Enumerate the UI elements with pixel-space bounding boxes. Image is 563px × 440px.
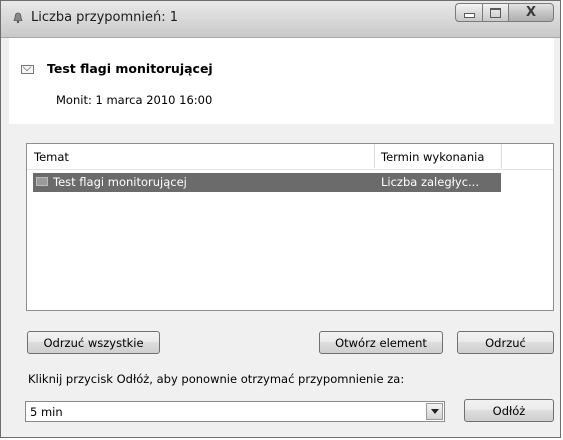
snooze-prompt: Kliknij przycisk Odłóż, aby ponownie otr…: [28, 372, 405, 386]
close-icon: X: [525, 5, 537, 20]
list-header: Temat Termin wykonania: [27, 144, 553, 170]
open-item-button[interactable]: Otwórz element: [319, 331, 443, 354]
window-title: Liczba przypomnień: 1: [31, 10, 179, 25]
caption-buttons: X: [455, 3, 554, 24]
dropdown-button[interactable]: [426, 403, 443, 420]
column-header-due[interactable]: Termin wykonania: [381, 150, 484, 164]
snooze-button[interactable]: Odłóż: [464, 399, 554, 422]
snooze-duration-select[interactable]: 5 min: [25, 401, 445, 422]
minimize-icon: [463, 13, 475, 18]
column-header-subject[interactable]: Temat: [34, 150, 69, 164]
snooze-duration-value: 5 min: [30, 405, 63, 419]
list-item-subject: Test flagi monitorującej: [53, 175, 187, 189]
dismiss-all-button[interactable]: Odrzuć wszystkie: [27, 331, 160, 354]
reminder-due-time: Monit: 1 marca 2010 16:00: [56, 93, 213, 107]
list-item[interactable]: Test flagi monitorującej Liczba zaległyc…: [33, 173, 501, 192]
reminder-details: Test flagi monitorującej Monit: 1 marca …: [9, 38, 554, 124]
envelope-icon: [21, 65, 34, 74]
close-button[interactable]: X: [508, 3, 554, 22]
reminder-bell-icon: [11, 11, 25, 25]
title-bar[interactable]: Liczba przypomnień: 1 X: [1, 1, 560, 38]
envelope-icon: [36, 177, 48, 186]
reminders-list[interactable]: Temat Termin wykonania Test flagi monito…: [26, 143, 554, 311]
list-item-due: Liczba zaległyc...: [381, 175, 479, 189]
maximize-button[interactable]: [482, 3, 508, 22]
reminder-window: Liczba przypomnień: 1 X Test flagi monit…: [0, 0, 561, 438]
reminder-subject: Test flagi monitorującej: [47, 61, 213, 76]
chevron-down-icon: [430, 409, 439, 414]
column-divider[interactable]: [374, 144, 375, 168]
column-divider[interactable]: [501, 144, 502, 168]
dismiss-button[interactable]: Odrzuć: [457, 331, 554, 354]
minimize-button[interactable]: [455, 3, 482, 22]
maximize-icon: [490, 7, 501, 18]
